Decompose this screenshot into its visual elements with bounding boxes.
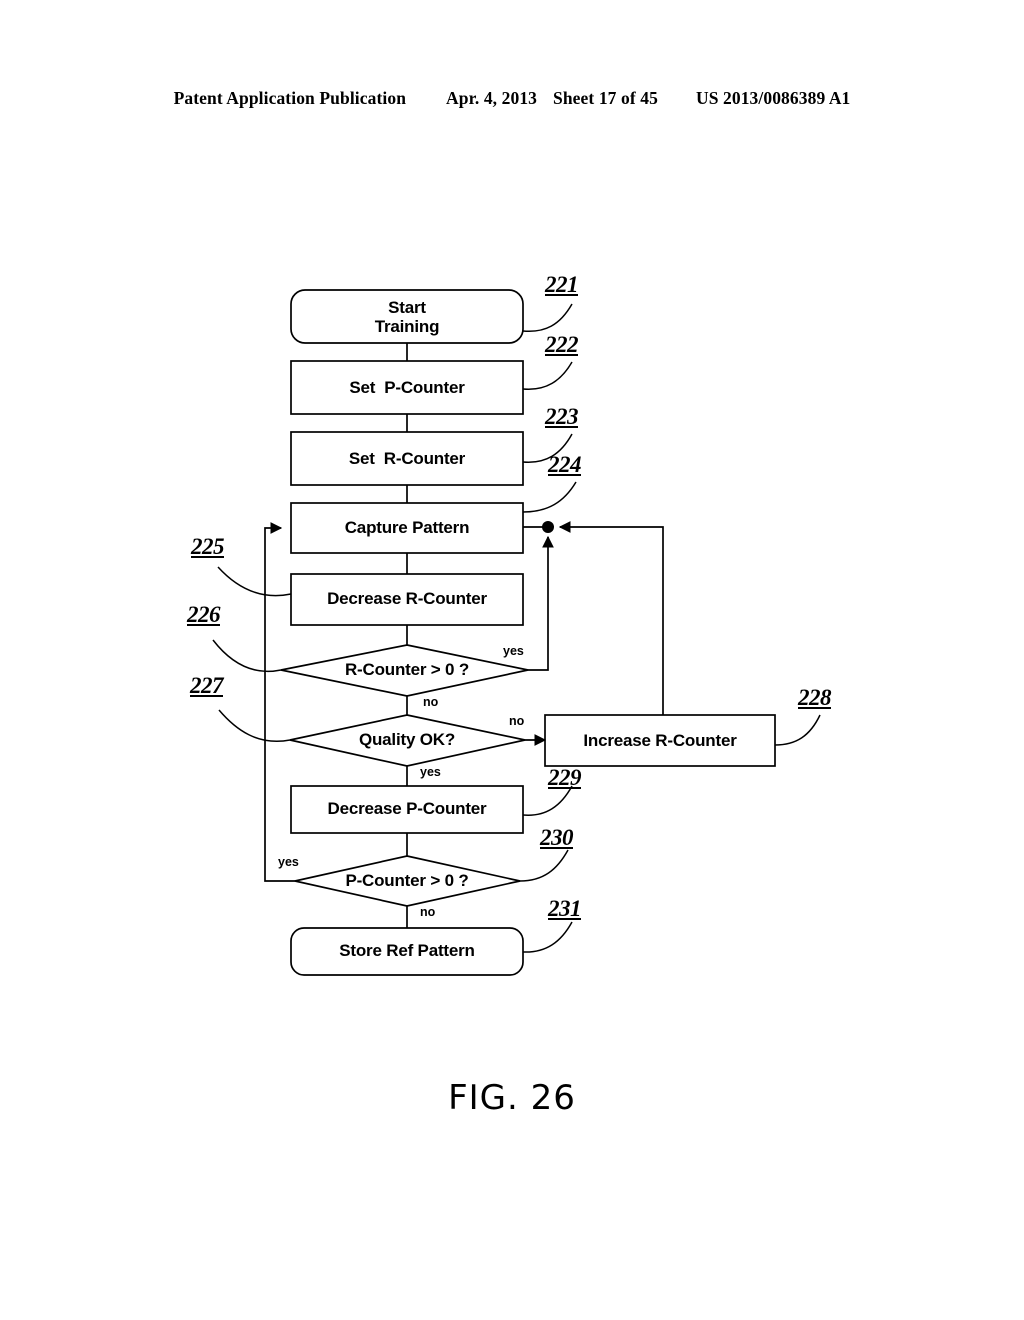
refnum-225: 225 [191,534,225,559]
refnum-224: 224 [548,452,582,477]
node-shape-start-training [290,289,524,344]
edge-label-rcheck-yes: yes [503,644,524,658]
refnum-222: 222 [545,332,579,357]
figure-caption: FIG. 26 [448,1078,576,1118]
edge-label-quality-yes: yes [420,765,441,779]
node-shape-increase-r-counter [544,714,776,767]
leader-224 [522,481,577,513]
leader-227 [218,709,291,742]
flowchart-graphics [212,289,821,976]
leader-222 [522,361,573,390]
refnum-231: 231 [548,896,582,921]
node-shape-p-counter-check [294,855,521,907]
edge-label-pcheck-yes: yes [278,855,299,869]
refnum-230: 230 [540,825,574,850]
node-shape-store-ref-pattern [290,927,524,976]
node-shape-r-counter-check [280,644,529,697]
refnum-226: 226 [187,602,221,627]
leader-226 [212,639,282,673]
leader-231 [522,921,573,953]
edge-label-quality-no: no [509,714,525,728]
refnum-229: 229 [548,765,582,790]
figure-26-flowchart: Start Training Set P-Counter Set R-Count… [0,0,1024,1320]
node-shape-decrease-r-counter [290,573,524,626]
node-shape-quality-check [289,714,526,767]
node-shape-set-r-counter [290,431,524,486]
node-shape-capture-pattern [290,502,524,554]
connector-rcheck-yes-loop [528,535,554,671]
node-shape-decrease-p-counter [290,785,524,834]
connector-increase-rcounter-loop [558,521,664,715]
patent-page: Patent Application Publication Apr. 4, 20… [0,0,1024,1320]
refnum-228: 228 [798,685,832,710]
leader-230 [519,849,569,882]
leader-225 [217,566,292,597]
refnum-223: 223 [545,404,579,429]
refnum-227: 227 [190,673,224,698]
edge-label-pcheck-no: no [420,905,436,919]
refnum-221: 221 [545,272,579,297]
leader-228 [774,714,821,746]
leader-221 [522,303,573,333]
edge-label-rcheck-no: no [423,695,439,709]
node-shape-set-p-counter [290,360,524,415]
